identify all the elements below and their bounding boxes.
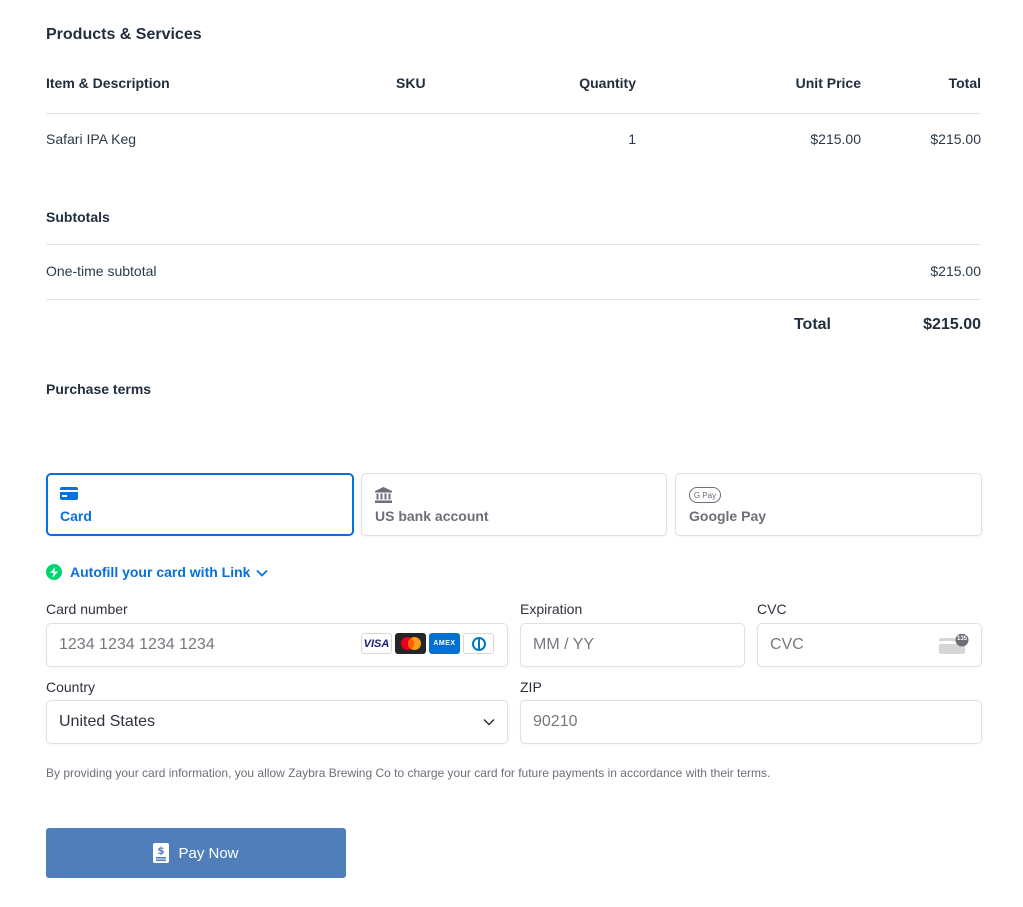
zip-label: ZIP	[520, 679, 542, 695]
products-heading: Products & Services	[46, 26, 202, 43]
table-row: Safari IPA Keg 1 $215.00 $215.00	[46, 131, 981, 151]
col-quantity: Quantity	[579, 75, 636, 91]
one-time-subtotal-row: One-time subtotal $215.00	[46, 263, 981, 283]
tab-card-label: Card	[60, 508, 92, 524]
tab-google-pay[interactable]: G Pay Google Pay	[675, 473, 982, 536]
google-pay-badge-text: G Pay	[693, 490, 717, 500]
pay-now-button[interactable]: $ Pay Now	[46, 828, 346, 878]
col-unit-price: Unit Price	[795, 75, 861, 91]
country-select[interactable]: United States	[46, 700, 508, 744]
tab-us-bank-account[interactable]: US bank account	[361, 473, 667, 536]
google-pay-icon: G Pay	[689, 487, 721, 503]
card-brands: VISA AMEX	[361, 633, 494, 654]
consent-text: By providing your card information, you …	[46, 766, 771, 780]
col-total: Total	[948, 75, 981, 91]
credit-card-icon	[60, 487, 78, 505]
autofill-label: Autofill your card with Link	[70, 564, 251, 580]
tab-google-pay-label: Google Pay	[689, 508, 767, 524]
col-sku: SKU	[396, 75, 426, 91]
divider	[46, 244, 981, 245]
cvc-label: CVC	[757, 601, 787, 617]
amex-icon: AMEX	[429, 633, 460, 654]
receipt-icon: $	[153, 843, 170, 863]
one-time-subtotal-label: One-time subtotal	[46, 263, 157, 279]
expiration-label: Expiration	[520, 601, 583, 617]
country-label: Country	[46, 679, 96, 695]
bank-icon	[375, 487, 392, 508]
row-unit-price: $215.00	[810, 131, 861, 147]
diners-icon	[463, 633, 494, 654]
expiration-input[interactable]	[520, 623, 745, 667]
country-selected-value: United States	[59, 713, 156, 730]
products-table-header: Item & Description SKU Quantity Unit Pri…	[46, 75, 981, 95]
row-item-name: Safari IPA Keg	[46, 131, 137, 147]
cvc-card-icon: 135	[939, 634, 969, 654]
col-item: Item & Description	[46, 75, 170, 91]
subtotals-heading: Subtotals	[46, 209, 110, 225]
lightning-bolt-icon	[46, 564, 62, 580]
total-value: $215.00	[923, 316, 981, 333]
row-quantity: 1	[628, 131, 636, 147]
amex-label: AMEX	[433, 640, 456, 647]
chevron-down-icon	[256, 564, 269, 580]
purchase-terms-heading: Purchase terms	[46, 381, 152, 397]
one-time-subtotal-value: $215.00	[930, 263, 981, 279]
svg-text:$: $	[158, 846, 165, 857]
autofill-link-button[interactable]: Autofill your card with Link	[46, 562, 269, 582]
zip-input[interactable]	[520, 700, 982, 744]
cvc-badge-text: 135	[956, 636, 967, 642]
total-row: Total $215.00	[46, 316, 981, 338]
card-number-label: Card number	[46, 601, 128, 617]
pay-now-label: Pay Now	[178, 844, 239, 862]
visa-icon: VISA	[361, 633, 392, 654]
tab-card[interactable]: Card	[46, 473, 354, 536]
row-total: $215.00	[930, 131, 981, 147]
mastercard-icon	[395, 633, 426, 654]
chevron-down-icon	[483, 713, 495, 731]
total-label: Total	[793, 316, 831, 333]
divider	[46, 299, 981, 300]
tab-us-bank-label: US bank account	[375, 508, 489, 524]
divider	[46, 113, 981, 114]
visa-label: VISA	[363, 637, 390, 650]
